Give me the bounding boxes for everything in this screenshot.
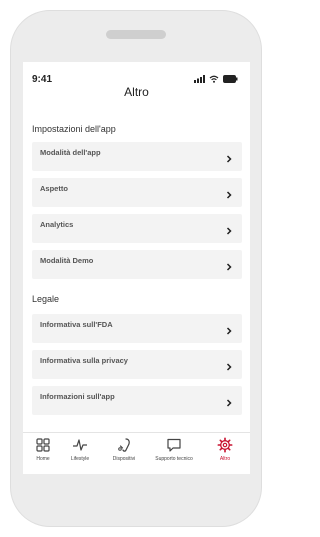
phone-speaker [106, 30, 166, 39]
menu-item-app-mode[interactable]: Modalità dell'app [32, 142, 242, 171]
gear-icon [217, 437, 233, 453]
tab-label: Home [36, 456, 50, 462]
menu-item-fda-notice[interactable]: Informativa sull'FDA [32, 314, 242, 343]
activity-icon [73, 439, 87, 451]
menu-item-label: Analytics [40, 220, 74, 229]
menu-item-app-info[interactable]: Informazioni sull'app [32, 386, 242, 415]
menu-item-appearance[interactable]: Aspetto [32, 178, 242, 207]
menu-item-privacy-notice[interactable]: Informativa sulla privacy [32, 350, 242, 379]
chevron-right-icon [226, 327, 232, 335]
menu-item-label: Informazioni sull'app [40, 392, 115, 401]
chevron-right-icon [226, 363, 232, 371]
tab-label: Altro [219, 456, 231, 462]
menu-item-demo-mode[interactable]: Modalità Demo [32, 250, 242, 279]
tab-more[interactable]: Altro [213, 437, 237, 469]
menu-item-label: Modalità dell'app [40, 148, 101, 157]
menu-item-analytics[interactable]: Analytics [32, 214, 242, 243]
signal-icon [194, 75, 205, 83]
section-title-app-settings: Impostazioni dell'app [32, 124, 116, 134]
menu-item-label: Informativa sulla privacy [40, 356, 128, 365]
status-icons [194, 74, 238, 84]
tab-home[interactable]: Home [31, 437, 55, 469]
tab-label: Dispositivi [112, 456, 136, 462]
section-title-legal: Legale [32, 294, 60, 304]
chevron-right-icon [226, 227, 232, 235]
chevron-right-icon [226, 263, 232, 271]
menu-item-label: Modalità Demo [40, 256, 94, 265]
hearing-aid-icon [118, 438, 130, 452]
wifi-icon [209, 75, 219, 83]
chevron-right-icon [226, 191, 232, 199]
battery-icon [223, 75, 238, 83]
tab-lifestyle[interactable]: Lifestyle [63, 437, 97, 469]
tab-devices[interactable]: Dispositivi [105, 437, 143, 469]
status-time: 9:41 [32, 74, 53, 85]
chat-bubble-icon [167, 438, 181, 452]
page-title: Altro [124, 85, 149, 99]
app-screen: 9:41 Altro Impostazioni dell'app Modalit… [23, 62, 250, 474]
tab-bar: Home Lifestyle Dispositivi Supporto tecn… [23, 432, 250, 474]
grid-icon [36, 438, 50, 452]
tab-label: Lifestyle [70, 456, 90, 462]
chevron-right-icon [226, 155, 232, 163]
status-bar: 9:41 [23, 62, 250, 85]
menu-item-label: Aspetto [40, 184, 68, 193]
menu-item-label: Informativa sull'FDA [40, 320, 113, 329]
chevron-right-icon [226, 399, 232, 407]
tab-label: Supporto tecnico [155, 456, 193, 462]
tab-support[interactable]: Supporto tecnico [149, 437, 199, 469]
